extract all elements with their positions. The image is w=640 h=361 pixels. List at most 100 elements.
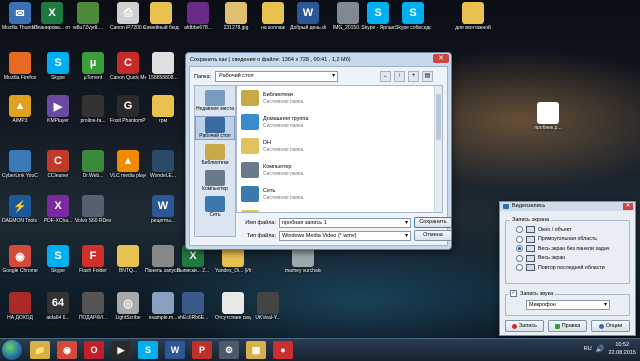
- clock[interactable]: 10:52 22.08.2015: [608, 341, 636, 357]
- desktop-icon-flashfolder[interactable]: F Flash Folder: [75, 245, 111, 274]
- desktop-icon-skype-sobesedov[interactable]: SSkype собеседов...: [395, 2, 431, 31]
- desktop-icon-foxit[interactable]: GFoxit PhantomPDF: [110, 95, 146, 124]
- place-item-2[interactable]: Библиотеки: [195, 144, 235, 166]
- filetype-select[interactable]: Windows Media Video (*.wmv): [279, 230, 411, 241]
- file-item[interactable]: Email Sender Deluxe 2.34: [237, 206, 442, 212]
- desktop-icon-proline[interactable]: proline-fa...: [75, 95, 111, 124]
- desktop-icon-dobryi[interactable]: WДобрый день.docx: [290, 2, 326, 31]
- desktop-icon-lightscribe[interactable]: ◎ LightScribe: [110, 292, 146, 321]
- folder-icon[interactable]: ▦: [246, 341, 266, 359]
- sound-record-checkbox[interactable]: ✓: [510, 290, 517, 297]
- file-item[interactable]: Библиотеки Системная папка: [237, 86, 442, 110]
- options-button[interactable]: Опции: [591, 320, 630, 332]
- capture-mode-option[interactable]: Прямоугольная область: [506, 235, 629, 245]
- file-list[interactable]: Библиотеки Системная папка Домашняя группа…: [236, 85, 443, 213]
- desktop-icon-daemon[interactable]: ⚡DAEMON Tools Lite: [2, 195, 38, 224]
- file-item[interactable]: DH Системная папка: [237, 134, 442, 158]
- desktop-icon-volvo[interactable]: Volvo S60 RDesign...: [75, 195, 111, 224]
- desktop-icon-nado[interactable]: НА ДОХОД: [2, 292, 38, 321]
- place-item-0[interactable]: Недавние места: [195, 90, 235, 112]
- radio-button[interactable]: [516, 245, 523, 253]
- desktop-icon-aimp[interactable]: ▲ AIMP3: [2, 95, 38, 124]
- desktop-icon-plan[interactable]: XПланирова... отпуска.xlsx: [34, 2, 70, 31]
- desktop-icon-vlc[interactable]: ▲ VLC media player: [110, 150, 146, 179]
- desktop-icon-gm[interactable]: грм: [145, 95, 181, 124]
- desktop-icon-ad[interactable]: afdbbe678...: [180, 2, 216, 31]
- desktop-icon-cyberlink[interactable]: CyberLink YouCam: [2, 150, 38, 179]
- desktop-icon-firefox[interactable]: Mozilla Firefox: [2, 52, 38, 81]
- capture-mode-option[interactable]: Окно / объект: [506, 225, 629, 235]
- desktop-icon-utorrent[interactable]: µ µTorrent: [75, 52, 111, 81]
- up-folder-icon[interactable]: ↑: [394, 71, 405, 82]
- close-icon[interactable]: ✕: [433, 54, 449, 63]
- desktop-icon-231278[interactable]: 231278.jpg: [218, 2, 254, 31]
- language-indicator[interactable]: RU: [584, 346, 592, 352]
- desktop-icon-otsustvie[interactable]: Отсутствие свадоге: [215, 292, 251, 321]
- new-folder-icon[interactable]: +: [408, 71, 419, 82]
- desktop-icon-pdfxchange[interactable]: X PDF-XCha...: [40, 195, 76, 224]
- place-item-1[interactable]: Рабочий стол: [195, 116, 235, 140]
- record-button[interactable]: Запись: [505, 320, 544, 332]
- desktop-icon-158858[interactable]: 158858808...: [145, 52, 181, 81]
- desktop-icon-bnt[interactable]: BNTQ...: [110, 245, 146, 274]
- radio-button[interactable]: [516, 254, 523, 262]
- desktop-icon-chrome[interactable]: ◉ Google Chrome: [2, 245, 38, 274]
- view-menu-icon[interactable]: ▤: [422, 71, 433, 82]
- filename-input[interactable]: пробная запись 1: [279, 217, 411, 228]
- place-item-4[interactable]: Сеть: [195, 196, 235, 218]
- opera-icon[interactable]: O: [84, 341, 104, 359]
- radio-button[interactable]: [516, 235, 523, 243]
- desktop-icon-canon-quick[interactable]: CCanon Quick Menu: [110, 52, 146, 81]
- desktop-icon-podarki[interactable]: ПОДАРКИ...: [75, 292, 111, 321]
- desktop-icon-skypebot[interactable]: S Skype: [40, 245, 76, 274]
- back-icon[interactable]: ←: [380, 71, 391, 82]
- volume-icon[interactable]: 🔊: [596, 345, 605, 353]
- folder-select[interactable]: Рабочий стол: [215, 71, 339, 82]
- gear-icon[interactable]: ⚙: [219, 341, 239, 359]
- start-button[interactable]: [2, 340, 22, 360]
- desktop-icon-skype[interactable]: S Skype: [40, 52, 76, 81]
- desktop-icon-aida[interactable]: 64 aida64 6...: [40, 292, 76, 321]
- desktop-icon-probnik[interactable]: пробник.р...: [530, 102, 566, 131]
- pdf-icon[interactable]: P: [192, 341, 212, 359]
- desktop-icon-skype-yarlyk[interactable]: S Skype - Ярлык: [360, 2, 396, 31]
- place-item-3[interactable]: Компьютер: [195, 170, 235, 192]
- file-item[interactable]: Домашняя группа Системная папка: [237, 110, 442, 134]
- cancel-button[interactable]: Отмена: [414, 230, 452, 241]
- radio-button[interactable]: [516, 264, 523, 272]
- desktop-icon-wonder[interactable]: WondeLE...: [145, 150, 181, 179]
- desktop-icon-nakollazh[interactable]: на коллаж: [255, 2, 291, 31]
- desktop-icon-recept[interactable]: Wрецепты...: [145, 195, 181, 224]
- skype-icon[interactable]: S: [138, 341, 158, 359]
- chrome-icon[interactable]: ◉: [57, 341, 77, 359]
- sound-record-toggle[interactable]: ✓ Запись звука: [508, 290, 556, 297]
- desktop-icon-vhec[interactable]: vhEc6Rb6E...: [175, 292, 211, 321]
- desktop-icon-kmplayer[interactable]: ▶ KMPlayer: [40, 95, 76, 124]
- word-icon[interactable]: W: [165, 341, 185, 359]
- record-icon[interactable]: ●: [273, 341, 293, 359]
- save-button[interactable]: Сохранить: [414, 217, 452, 228]
- desktop-icon-family[interactable]: Семейный бюджет: [143, 2, 179, 31]
- file-item[interactable]: Сеть Системная папка: [237, 182, 442, 206]
- capture-mode-option[interactable]: Весь экран без панели задач: [506, 244, 629, 254]
- desktop-icon-ukveal[interactable]: UKVeal-Y...: [250, 292, 286, 321]
- explorer-icon[interactable]: 📁: [30, 341, 50, 359]
- dialog-titlebar[interactable]: Сохранить как ( сведения о файле: 1364 x…: [190, 55, 447, 65]
- file-item[interactable]: Компьютер Системная папка: [237, 158, 442, 182]
- file-list-scrollbar[interactable]: [434, 86, 442, 212]
- desktop-icon-montazh[interactable]: для монтажной: [455, 2, 491, 31]
- desktop-icon-drweb[interactable]: Dr.Web...: [75, 150, 111, 179]
- media-player-icon[interactable]: ▶: [111, 341, 131, 359]
- radio-button[interactable]: [516, 226, 523, 234]
- desktop-icon-thunderbird[interactable]: ✉Mozilla Thunderbird: [2, 2, 38, 31]
- close-icon[interactable]: ✕: [623, 203, 633, 210]
- video-panel-title[interactable]: Видеозапись: [500, 202, 635, 211]
- desktop-icon-w8u[interactable]: w8u7ZvydL...: [70, 2, 106, 31]
- desktop-icon-ccleaner[interactable]: C CCleaner: [40, 150, 76, 179]
- edit-button[interactable]: Правка: [548, 320, 587, 332]
- capture-mode-option[interactable]: Повтор последней области: [506, 263, 629, 273]
- capture-mode-option[interactable]: Весь экран: [506, 254, 629, 264]
- microphone-select[interactable]: Микрофон: [526, 300, 610, 310]
- desktop-icon-canon-ip[interactable]: ⎙Canon iP7200 seri...: [110, 2, 146, 31]
- scrollbar-thumb[interactable]: [436, 94, 441, 140]
